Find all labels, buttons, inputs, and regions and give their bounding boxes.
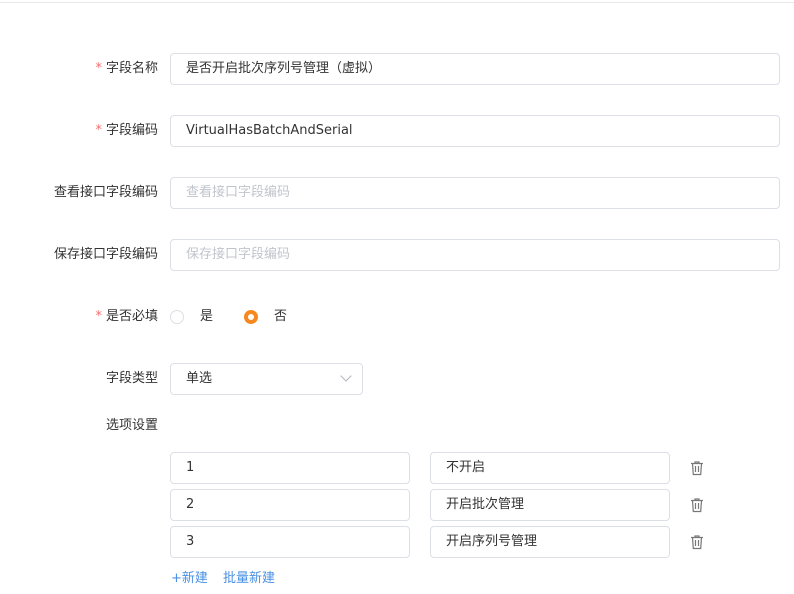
- option-text-input[interactable]: 开启序列号管理: [430, 526, 670, 558]
- add-option-link[interactable]: +新建: [171, 569, 208, 589]
- required-mark: *: [95, 123, 102, 138]
- field-name-label: * 字段名称: [95, 61, 158, 76]
- view-api-code-label: 查看接口字段编码: [53, 185, 158, 200]
- option-value-input[interactable]: 1: [170, 452, 410, 484]
- radio-yes[interactable]: 是: [170, 301, 213, 333]
- view-api-code-input[interactable]: 查看接口字段编码: [170, 177, 780, 209]
- radio-no-circle[interactable]: [244, 310, 258, 324]
- chevron-down-icon: [340, 370, 352, 382]
- trash-icon[interactable]: [690, 534, 704, 550]
- trash-icon[interactable]: [690, 497, 704, 513]
- option-text-input[interactable]: 开启批次管理: [430, 489, 670, 521]
- field-code-input[interactable]: VirtualHasBatchAndSerial: [170, 115, 780, 147]
- field-name-input[interactable]: 是否开启批次序列号管理（虚拟）: [170, 53, 780, 85]
- top-divider: [0, 2, 794, 3]
- save-api-code-label: 保存接口字段编码: [53, 247, 158, 262]
- option-value-input[interactable]: 3: [170, 526, 410, 558]
- trash-icon[interactable]: [690, 460, 704, 476]
- radio-no-label: 否: [274, 309, 288, 324]
- required-mark: *: [95, 309, 102, 324]
- save-api-code-input[interactable]: 保存接口字段编码: [170, 239, 780, 271]
- required-mark: *: [95, 61, 102, 76]
- radio-yes-label: 是: [200, 309, 214, 324]
- batch-add-link[interactable]: 批量新建: [223, 569, 275, 589]
- field-type-label: 字段类型: [105, 371, 158, 386]
- option-text-input[interactable]: 不开启: [430, 452, 670, 484]
- is-required-label: * 是否必填: [95, 309, 158, 324]
- option-settings-label: 选项设置: [105, 418, 158, 433]
- option-value-input[interactable]: 2: [170, 489, 410, 521]
- field-code-label: * 字段编码: [95, 123, 158, 138]
- field-type-select[interactable]: 单选: [170, 363, 363, 395]
- radio-no[interactable]: 否: [244, 301, 287, 333]
- field-type-value: 单选: [186, 371, 213, 386]
- radio-yes-circle[interactable]: [170, 310, 184, 324]
